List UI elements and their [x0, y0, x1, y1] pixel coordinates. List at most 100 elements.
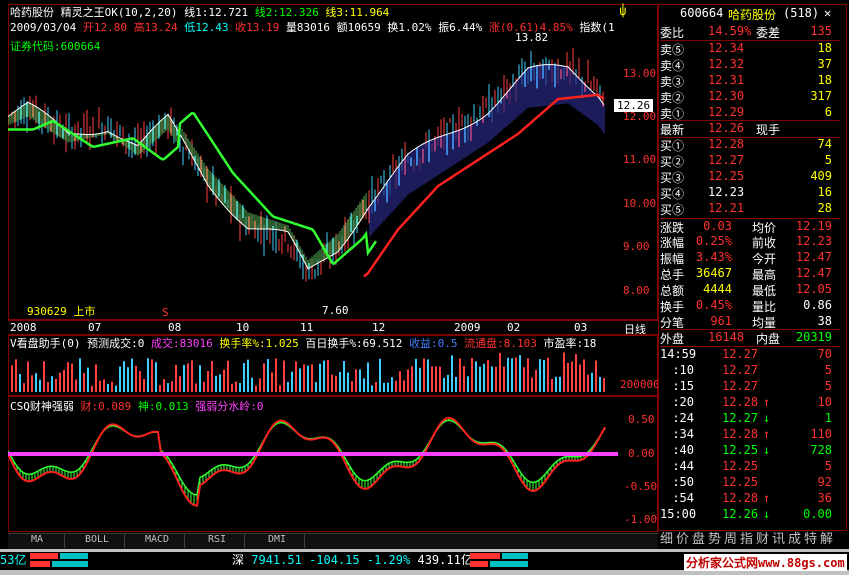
quote-tab[interactable]: 价: [676, 528, 689, 547]
quote-tab[interactable]: 财: [756, 528, 769, 547]
bid-row[interactable]: 买① 12.28 74: [660, 137, 840, 153]
ask-volume: 18: [817, 73, 832, 87]
quote-tab[interactable]: 势: [708, 528, 721, 547]
bid-row[interactable]: 买② 12.27 5: [660, 153, 840, 169]
tick-price: 12.27: [722, 347, 759, 361]
stat-label: 前收: [752, 236, 777, 250]
stat-value: 12.05: [795, 282, 832, 296]
bid-row[interactable]: 买⑤ 12.21 28: [660, 201, 840, 217]
indicator-name[interactable]: 精灵之王OK(10,2,20): [61, 6, 178, 19]
stat-value: 12.47: [795, 250, 832, 264]
neipan-label: 内盘: [756, 332, 781, 346]
latest-value: 12.26: [708, 121, 745, 135]
candlestick-chart[interactable]: [8, 30, 658, 320]
tick-price: 12.25: [722, 443, 759, 457]
line1-curve: [8, 64, 605, 270]
volume-tick: 200000: [620, 378, 660, 391]
header-line-1: 哈药股份 精灵之王OK(10,2,20) 线1:12.721 线2:12.326…: [10, 4, 389, 20]
ask-label: 卖③: [660, 75, 685, 89]
stat-label: 总额: [660, 284, 685, 298]
stat-label: 总手: [660, 268, 685, 282]
date-tick: 08: [168, 321, 182, 334]
stat-value: 3.43%: [695, 250, 732, 264]
current-price-tag: 12.26: [614, 99, 654, 112]
tick-row: :10 12.27 5: [660, 363, 840, 379]
quote-code: 600664: [680, 6, 724, 20]
tick-volume: 728: [810, 443, 832, 457]
date-tick: 2008: [10, 321, 37, 334]
tick-time: :10: [672, 363, 694, 377]
volume-chart[interactable]: [8, 348, 618, 394]
tick-row: :50 12.25 92: [660, 475, 840, 491]
bell-icon[interactable]: ⍦: [619, 4, 627, 19]
bid-price: 12.23: [708, 185, 745, 199]
high-marker: 13.82: [515, 31, 549, 44]
tick-row: :20 12.28 ↑ 10: [660, 395, 840, 411]
quote-tab[interactable]: 周: [724, 528, 737, 547]
bid-label: 买③: [660, 171, 685, 185]
tick-price: 12.26: [722, 507, 759, 521]
sell-marker: S: [162, 306, 169, 319]
bid-label: 买①: [660, 139, 685, 153]
ask-row[interactable]: 卖⑤ 12.34 18: [660, 41, 840, 57]
stock-name: 哈药股份: [10, 6, 54, 19]
price-tick: 8.00: [623, 284, 650, 297]
date-tick: 2009: [454, 321, 481, 334]
bid-price: 12.25: [708, 169, 745, 183]
bid-price: 12.21: [708, 201, 745, 215]
tick-volume: 92: [817, 475, 832, 489]
quote-tab[interactable]: 细: [660, 528, 673, 547]
tab-macd[interactable]: MACD: [130, 534, 185, 548]
tick-volume: 5: [824, 363, 832, 377]
tick-time: :40: [672, 443, 694, 457]
bid-price: 12.27: [708, 153, 745, 167]
quote-count: (518): [783, 6, 820, 20]
tick-price: 12.25: [722, 475, 759, 489]
price-tick: 9.00: [623, 240, 650, 253]
ask-row[interactable]: 卖① 12.29 6: [660, 105, 840, 121]
price-tick: 11.00: [623, 153, 657, 166]
close-icon[interactable]: ✕: [824, 6, 831, 20]
tick-row: 14:59 12.27 70: [660, 347, 840, 363]
line1-value: 线1:12.721: [184, 6, 249, 19]
quote-tab[interactable]: 指: [740, 528, 753, 547]
weicha-label: 委差: [756, 26, 781, 40]
tab-boll[interactable]: BOLL: [70, 534, 125, 548]
ask-row[interactable]: 卖② 12.30 317: [660, 89, 840, 105]
quote-tab[interactable]: 盘: [692, 528, 705, 547]
index-amount: 439.11亿: [417, 553, 473, 567]
bid-row[interactable]: 买④ 12.23 16: [660, 185, 840, 201]
ask-row[interactable]: 卖④ 12.32 37: [660, 57, 840, 73]
tab-ma[interactable]: MA: [10, 534, 65, 548]
tick-volume: 36: [817, 491, 832, 505]
quote-tab[interactable]: 成: [788, 528, 801, 547]
latest-label: 最新: [660, 123, 685, 137]
bid-volume: 28: [817, 201, 832, 215]
bid-row[interactable]: 买③ 12.25 409: [660, 169, 840, 185]
date-tick: 11: [300, 321, 314, 334]
tick-volume: 5: [824, 379, 832, 393]
tab-rsi[interactable]: RSI: [190, 534, 245, 548]
tick-time: :50: [672, 475, 694, 489]
quote-tab[interactable]: 特: [804, 528, 817, 547]
ask-row[interactable]: 卖③ 12.31 18: [660, 73, 840, 89]
tick-row: :24 12.27 ↓ 1: [660, 411, 840, 427]
tick-time: :44: [672, 459, 694, 473]
stat-row: 分笔 961 均量 38: [660, 314, 840, 330]
weibi-value: 14.59%: [708, 24, 752, 38]
date-tick: 12: [372, 321, 386, 334]
tick-price: 12.27: [722, 411, 759, 425]
ask-volume: 18: [817, 41, 832, 55]
ask-price: 12.29: [708, 105, 745, 119]
quote-tab[interactable]: 解: [820, 528, 833, 547]
tick-row: :44 12.25 5: [660, 459, 840, 475]
breadth-bar: [30, 553, 90, 567]
indicator-chart[interactable]: [8, 410, 618, 530]
tab-dmi[interactable]: DMI: [250, 534, 305, 548]
stat-value: 12.47: [795, 266, 832, 280]
market-index: 深 7941.51 -104.15 -1.29% 439.11亿: [232, 551, 473, 568]
date-tick: 02: [507, 321, 521, 334]
tick-arrow: ↓: [763, 411, 771, 425]
quote-tab[interactable]: 讯: [772, 528, 785, 547]
stat-row: 涨跌 0.03 均价 12.19: [660, 218, 840, 235]
